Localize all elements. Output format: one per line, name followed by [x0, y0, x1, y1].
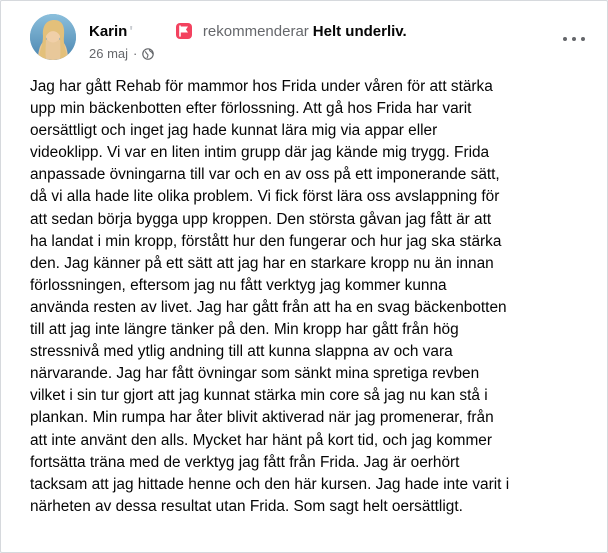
- post-body-line: fortsätta träna med de verktyg jag fått …: [30, 453, 460, 471]
- author-line: Karin ' rekommenderar Helt underliv.: [89, 22, 407, 40]
- author-name-fade: ': [129, 22, 133, 40]
- globe-icon[interactable]: [142, 47, 155, 60]
- post-body-line: Jag har gått Rehab för mammor hos Frida …: [30, 78, 493, 95]
- post-body-line: då vi alla hade lite olika problem. Vi f…: [30, 188, 500, 206]
- post-body-line: vilket i sin tur gjort att jag kunnat st…: [30, 387, 488, 405]
- post-meta: 26 maj ·: [89, 46, 155, 61]
- meta-separator: ·: [133, 46, 138, 61]
- post-body: Jag har gått Rehab för mammor hos Frida …: [30, 76, 587, 518]
- post-body-line: videoklipp. Vi var en liten intim grupp …: [30, 144, 490, 162]
- recommendation-post: Karin ' rekommenderar Helt underliv. 26 …: [0, 0, 608, 553]
- post-body-line: till att jag inte längre tänker på den. …: [30, 321, 459, 339]
- post-body-line: upp min bäckenbotten efter förlossning. …: [30, 100, 472, 118]
- recommends-text: rekommenderar: [202, 22, 309, 40]
- dot: [572, 37, 576, 41]
- post-body-line: den. Jag känner på ett sätt att jag har …: [30, 254, 494, 272]
- post-body-line: oersättligt och inget jag hade kunnat lä…: [30, 122, 438, 140]
- post-body-line: plankan. Min rumpa har åter blivit aktiv…: [30, 409, 494, 427]
- post-body-line: stressnivå med ytlig andning till att ku…: [30, 343, 453, 361]
- post-body-line: att inte använt den alls. Mycket har hän…: [30, 431, 492, 449]
- avatar-photo: [30, 14, 76, 60]
- post-body-line: ha landat i min kropp, förstått hur den …: [30, 232, 502, 250]
- dot: [563, 37, 567, 41]
- dot: [581, 37, 585, 41]
- post-body-line: använda resten av livet. Jag har gått fr…: [30, 298, 507, 316]
- post-header: Karin ' rekommenderar Helt underliv. 26 …: [1, 1, 607, 71]
- post-body-line: förlossningen, eftersom jag nu fått verk…: [30, 276, 447, 294]
- post-body-line: närheten av dessa resultat utan Frida. S…: [30, 497, 463, 515]
- more-options-icon[interactable]: [563, 31, 585, 47]
- avatar[interactable]: [30, 14, 76, 60]
- post-date[interactable]: 26 maj: [89, 46, 128, 61]
- page-name-link[interactable]: Helt underliv.: [313, 23, 407, 40]
- post-body-line: att sedan börja bygga upp kroppen. Den s…: [30, 210, 492, 228]
- author-name[interactable]: Karin: [89, 23, 127, 40]
- post-body-line: anpassade övningarna till var och en av …: [30, 166, 500, 184]
- recommend-flag-icon: [175, 22, 193, 40]
- post-body-line: närvarande. Jag har fått övningar som sä…: [30, 365, 480, 383]
- post-body-line: tacksam att jag hittade henne och den hä…: [30, 475, 510, 493]
